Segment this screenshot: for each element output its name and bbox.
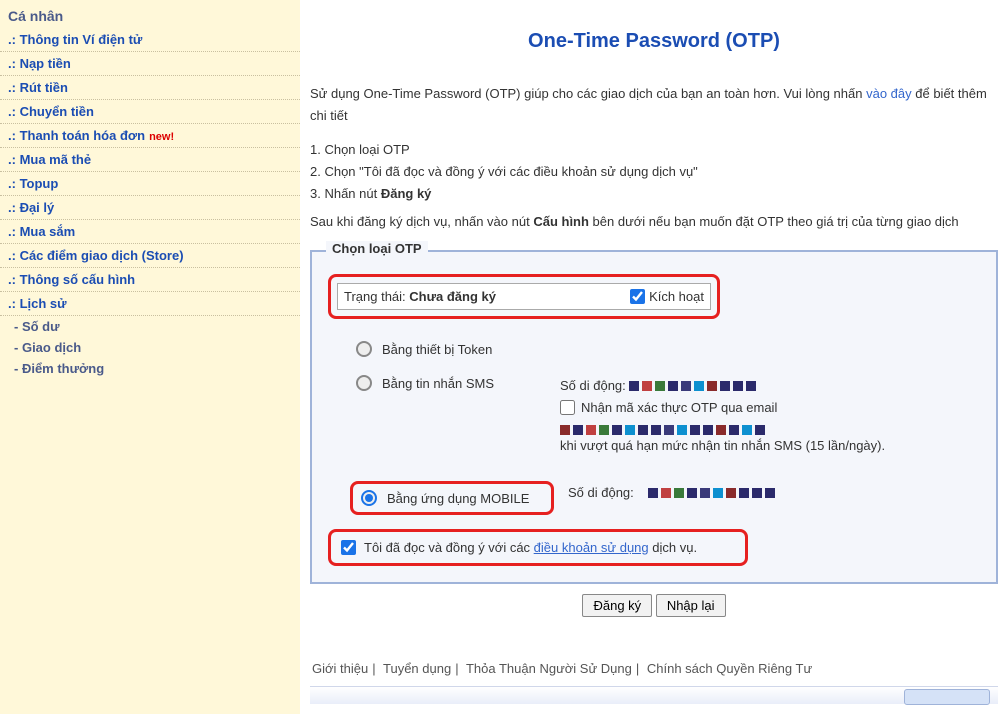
radio-mobile[interactable] [361,490,377,506]
activate-checkbox[interactable] [630,289,645,304]
sidebar-header: Cá nhân [0,4,300,28]
register-button[interactable]: Đăng ký [582,594,652,617]
main-content: One-Time Password (OTP) Sử dụng One-Time… [300,0,1008,714]
after-register-text: Sau khi đăng ký dịch vụ, nhấn vào nút Cấ… [310,211,998,233]
sidebar-item-agent[interactable]: .: Đại lý [0,196,300,220]
email-otp-checkbox[interactable] [560,400,575,415]
masked-phone-1 [629,381,756,391]
step-2: 2. Chọn "Tôi đã đọc và đồng ý với các đi… [310,161,998,183]
radio-token-label: Bằng thiết bị Token [382,341,492,357]
sidebar-item-transfer[interactable]: .: Chuyển tiền [0,100,300,124]
sms-mobile-label: Số di động: [560,378,626,393]
radio-sms[interactable] [356,375,372,391]
radio-token[interactable] [356,341,372,357]
steps-list: 1. Chọn loại OTP 2. Chọn "Tôi đã đọc và … [310,139,998,205]
footer-links: Giới thiệu| Tuyển dụng| Thỏa Thuận Người… [310,655,998,682]
sidebar-item-history[interactable]: .: Lịch sử [0,292,300,316]
sidebar-item-config[interactable]: .: Thông số cấu hình [0,268,300,292]
sidebar-item-topup[interactable]: .: Topup [0,172,300,196]
sidebar-sub-balance[interactable]: - Số dư [0,316,300,337]
sidebar-item-buy-card[interactable]: .: Mua mã thẻ [0,148,300,172]
footer-link-tos[interactable]: Thỏa Thuận Người Sử Dụng [466,661,632,676]
new-badge: new! [149,131,174,143]
step-3: 3. Nhấn nút Đăng ký [310,183,998,205]
footer-link-careers[interactable]: Tuyển dụng [383,661,451,676]
radio-mobile-label: Bằng ứng dụng MOBILE [387,490,529,506]
sms-limit-text: khi vượt quá hạn mức nhận tin nhắn SMS (… [560,435,980,457]
sidebar-item-deposit[interactable]: .: Nạp tiền [0,52,300,76]
reset-button[interactable]: Nhập lại [656,594,726,617]
option-sms-row: Bằng tin nhắn SMS [356,375,546,391]
footer-bar [310,686,998,704]
terms-link[interactable]: điều khoản sử dụng [534,540,649,555]
agree-checkbox[interactable] [341,540,356,555]
option-mobile-row-highlight: Bằng ứng dụng MOBILE [350,481,554,515]
button-row: Đăng ký Nhập lại [310,594,998,617]
sidebar-item-withdraw[interactable]: .: Rút tiền [0,76,300,100]
sidebar-item-stores[interactable]: .: Các điểm giao dịch (Store) [0,244,300,268]
status-value: Chưa đăng ký [409,289,496,304]
masked-phone-2 [648,488,775,498]
radio-sms-label: Bằng tin nhắn SMS [382,375,494,391]
masked-email [560,425,765,435]
status-label: Trạng thái: [344,289,409,304]
option-token-row: Bằng thiết bị Token [356,341,980,357]
sidebar-sub-transactions[interactable]: - Giao dịch [0,337,300,358]
intro-link[interactable]: vào đây [866,86,912,101]
fieldset-legend: Chọn loại OTP [326,241,428,256]
sidebar-item-wallet-info[interactable]: .: Thông tin Ví điện tử [0,28,300,52]
mobile-mobile-label: Số di động: [568,485,634,500]
page-title: One-Time Password (OTP) [310,30,998,53]
activate-label: Kích hoạt [649,289,704,304]
status-row-highlight: Trạng thái: Chưa đăng ký Kích hoạt [328,274,720,319]
sidebar-item-shopping[interactable]: .: Mua sắm [0,220,300,244]
footer-link-privacy[interactable]: Chính sách Quyền Riêng Tư [647,661,812,676]
sidebar-item-bill-payment[interactable]: .: Thanh toán hóa đơnnew! [0,124,300,148]
status-row: Trạng thái: Chưa đăng ký Kích hoạt [337,283,711,310]
sidebar-sub-rewards[interactable]: - Điểm thưởng [0,358,300,379]
sidebar: Cá nhân .: Thông tin Ví điện tử .: Nạp t… [0,0,300,714]
footer-link-about[interactable]: Giới thiệu [312,661,368,676]
email-otp-label: Nhận mã xác thực OTP qua email [581,397,777,419]
intro-text: Sử dụng One-Time Password (OTP) giúp cho… [310,83,998,127]
agree-row-highlight: Tôi đã đọc và đồng ý với các điều khoản … [328,529,748,566]
otp-fieldset: Chọn loại OTP Trạng thái: Chưa đăng ký K… [310,250,998,584]
step-1: 1. Chọn loại OTP [310,139,998,161]
